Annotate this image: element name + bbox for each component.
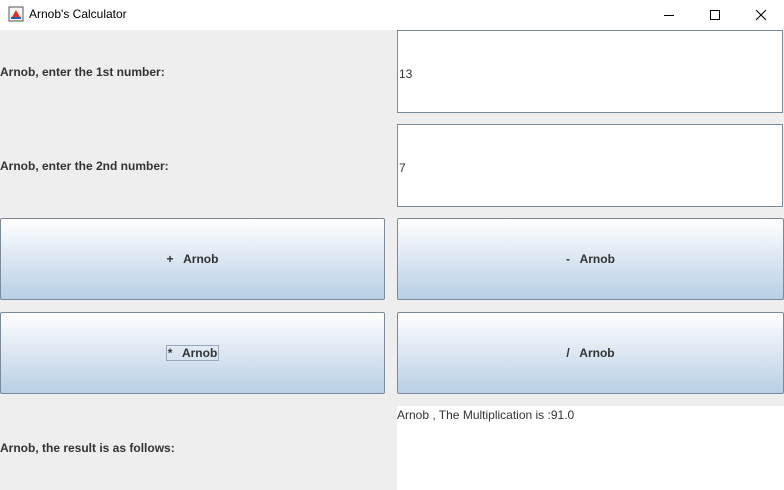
divide-button-label: / Arnob: [566, 346, 615, 360]
subtract-button[interactable]: - Arnob: [397, 218, 784, 300]
title-bar[interactable]: Arnob's Calculator: [0, 0, 784, 30]
java-app-icon: [8, 6, 24, 22]
maximize-icon: [710, 10, 720, 20]
add-button-label: + Arnob: [166, 252, 219, 266]
result-label: Arnob, the result is as follows:: [0, 441, 175, 455]
add-button[interactable]: + Arnob: [0, 218, 385, 300]
minimize-icon: [664, 15, 674, 16]
second-number-field[interactable]: 7: [397, 124, 783, 207]
calculator-panel: Arnob, enter the 1st number: 13 Arnob, e…: [0, 30, 784, 490]
window-title: Arnob's Calculator: [29, 7, 127, 21]
close-icon: [755, 9, 767, 21]
subtract-button-label: - Arnob: [566, 252, 615, 266]
divide-button[interactable]: / Arnob: [397, 312, 784, 394]
multiply-button-label: * Arnob: [165, 345, 220, 361]
second-number-label: Arnob, enter the 2nd number:: [0, 159, 169, 173]
second-number-value: 7: [399, 161, 406, 175]
first-number-label: Arnob, enter the 1st number:: [0, 65, 165, 79]
close-button[interactable]: [738, 0, 784, 30]
first-number-field[interactable]: 13: [397, 30, 783, 113]
minimize-button[interactable]: [646, 0, 692, 30]
result-value: Arnob , The Multiplication is :91.0: [397, 408, 575, 422]
maximize-button[interactable]: [692, 0, 738, 30]
first-number-value: 13: [399, 67, 413, 81]
result-area: Arnob , The Multiplication is :91.0: [397, 406, 784, 490]
multiply-button[interactable]: * Arnob: [0, 312, 385, 394]
